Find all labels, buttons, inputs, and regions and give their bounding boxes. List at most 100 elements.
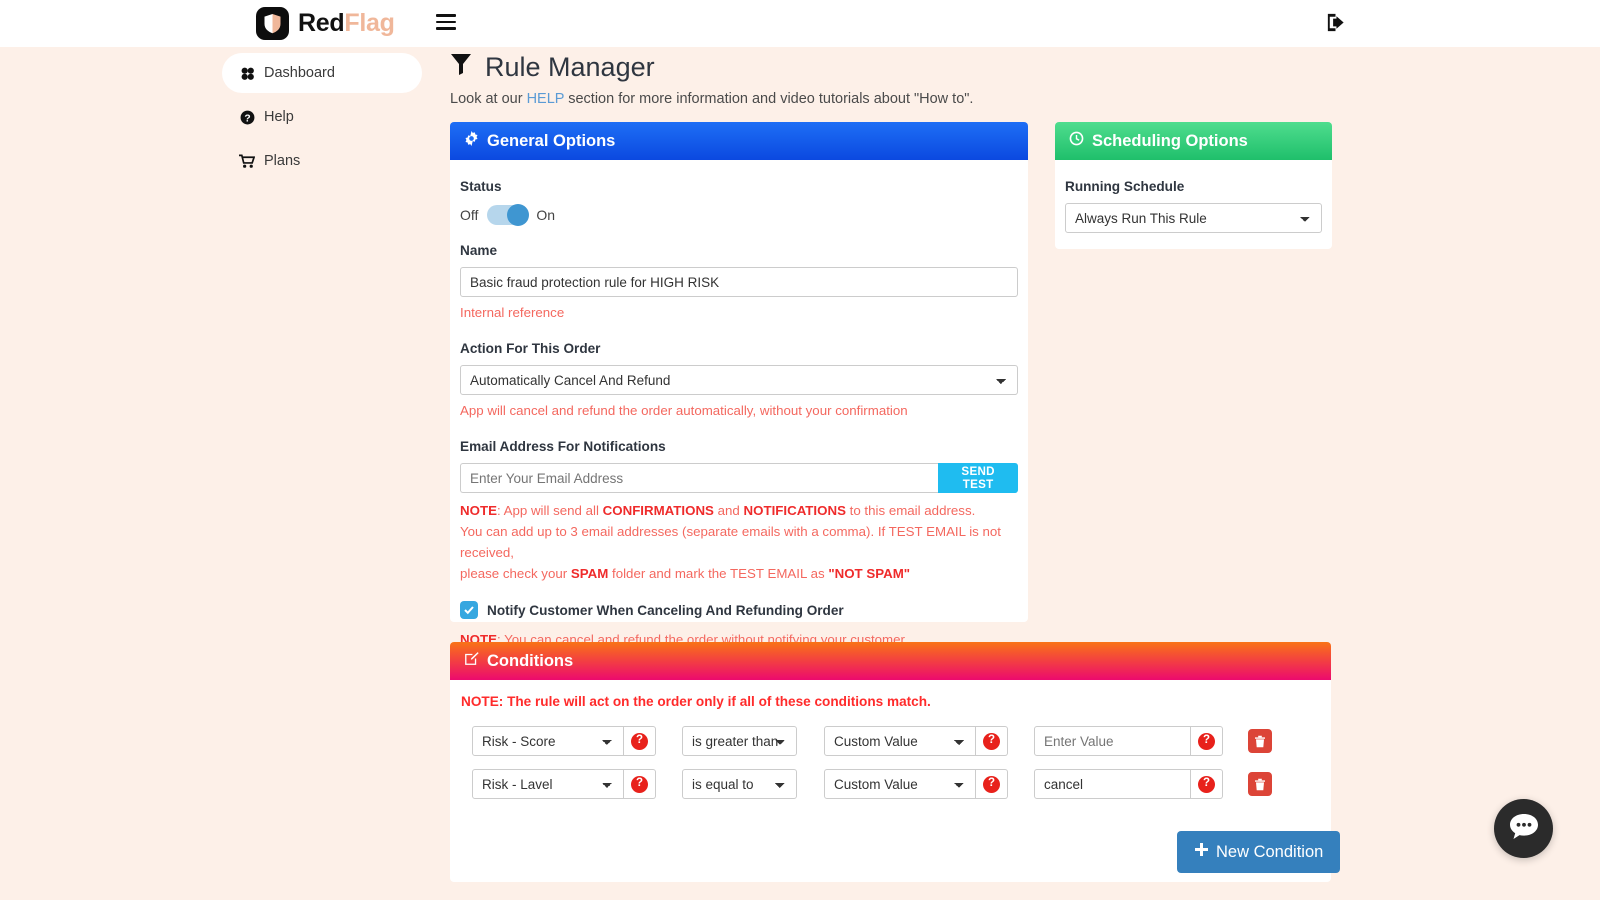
sidebar-item-label: Help — [264, 109, 294, 125]
question-mark-icon: ? — [983, 775, 1000, 793]
hamburger-line — [436, 27, 456, 30]
note-keyword-confirmations: CONFIRMATIONS — [602, 503, 714, 518]
running-schedule-label: Running Schedule — [1065, 179, 1185, 194]
clock-icon — [1069, 131, 1084, 151]
question-mark-icon: ? — [983, 732, 1000, 750]
toggle-on-label: On — [536, 207, 556, 223]
hamburger-line — [436, 20, 456, 24]
condition-value-type-select[interactable]: Custom Value — [824, 726, 976, 756]
condition-value-cell: ? — [1034, 769, 1223, 799]
email-input-row: SEND TEST — [460, 463, 1018, 493]
action-hint: App will cancel and refund the order aut… — [460, 403, 908, 418]
filter-icon — [450, 52, 472, 83]
note-keyword-spam: SPAM — [570, 566, 609, 581]
plus-icon — [1194, 842, 1209, 862]
gear-icon — [464, 131, 479, 151]
subtitle-after: section for more information and video t… — [564, 91, 974, 107]
condition-row: Risk - Score ? is greater than Custom Va… — [472, 726, 1272, 756]
condition-value-input[interactable] — [1034, 769, 1191, 799]
action-select[interactable]: Automatically Cancel And Refund — [460, 365, 1018, 395]
conditions-title: Conditions — [487, 651, 574, 670]
new-condition-label: New Condition — [1216, 842, 1324, 861]
sidebar-item-label: Dashboard — [264, 65, 335, 81]
condition-field-help-button[interactable]: ? — [624, 726, 656, 756]
condition-operator-select[interactable]: is equal to — [682, 769, 797, 799]
running-schedule-select[interactable]: Always Run This Rule — [1065, 203, 1322, 233]
condition-value-type-help-button[interactable]: ? — [976, 769, 1008, 799]
sidebar-item-dashboard[interactable]: Dashboard — [222, 53, 422, 93]
condition-value-help-button[interactable]: ? — [1191, 726, 1223, 756]
condition-field-help-button[interactable]: ? — [624, 769, 656, 799]
sidebar-item-help[interactable]: ? Help — [222, 97, 422, 137]
hamburger-line — [436, 14, 456, 17]
shopping-cart-icon — [239, 154, 255, 169]
condition-operator-select[interactable]: is greater than — [682, 726, 797, 756]
condition-value-type-cell: Custom Value ? — [824, 726, 1008, 756]
email-input[interactable] — [460, 463, 939, 493]
note-keyword-notifications: NOTIFICATIONS — [743, 503, 846, 518]
dashboard-icon — [239, 66, 255, 81]
general-options-body: Status Off On Name Internal reference Ac… — [450, 160, 1028, 650]
redflag-shield-icon — [256, 7, 289, 40]
note-text: : App will send all — [496, 503, 603, 518]
chat-widget-button[interactable] — [1494, 799, 1553, 858]
condition-value-help-button[interactable]: ? — [1191, 769, 1223, 799]
sign-out-icon[interactable] — [1325, 12, 1346, 38]
condition-field-select[interactable]: Risk - Score — [472, 726, 624, 756]
status-label: Status — [460, 179, 502, 194]
scheduling-options-header: Scheduling Options — [1055, 122, 1332, 160]
delete-condition-button[interactable] — [1248, 729, 1272, 753]
brand-logo[interactable]: RedFlag — [256, 7, 395, 40]
email-note-line-2: You can add up to 3 email addresses (sep… — [460, 524, 1002, 560]
general-options-header: General Options — [450, 122, 1028, 160]
notify-customer-checkbox[interactable] — [460, 601, 478, 619]
condition-field-cell: Risk - Score ? — [472, 726, 656, 756]
conditions-note: NOTE: The rule will act on the order onl… — [461, 694, 931, 709]
scheduling-options-title: Scheduling Options — [1092, 131, 1248, 150]
chat-bubble-icon — [1508, 811, 1540, 847]
rule-name-input[interactable] — [460, 267, 1018, 297]
note-text: and — [713, 503, 744, 518]
name-hint: Internal reference — [460, 305, 565, 320]
question-mark-icon: ? — [631, 775, 648, 793]
question-mark-icon: ? — [631, 732, 648, 750]
condition-row: Risk - Lavel ? is equal to Custom Value … — [472, 769, 1272, 799]
brand-red-text: Red — [298, 9, 345, 37]
condition-field-cell: Risk - Lavel ? — [472, 769, 656, 799]
note-text: to this email address. — [845, 503, 976, 518]
general-options-title: General Options — [487, 131, 616, 150]
new-condition-button[interactable]: New Condition — [1177, 831, 1341, 873]
note-keyword-note: NOTE — [460, 503, 497, 518]
page-title-text: Rule Manager — [485, 52, 655, 82]
sidebar-item-plans[interactable]: Plans — [222, 141, 422, 181]
sidebar: Dashboard ? Help Plans — [0, 47, 445, 900]
name-label: Name — [460, 243, 498, 258]
conditions-header: Conditions — [450, 642, 1331, 680]
note-keyword-not-spam: "NOT SPAM" — [828, 566, 911, 581]
toggle-knob — [507, 204, 530, 226]
question-circle-icon: ? — [239, 110, 255, 125]
subtitle-before: Look at our — [450, 91, 527, 107]
sidebar-item-label: Plans — [264, 153, 301, 169]
email-label: Email Address For Notifications — [460, 439, 666, 454]
top-bar: RedFlag — [0, 0, 1600, 47]
status-toggle[interactable] — [487, 204, 530, 226]
condition-value-cell: ? — [1034, 726, 1223, 756]
help-link[interactable]: HELP — [527, 91, 565, 107]
notify-customer-label: Notify Customer When Canceling And Refun… — [487, 602, 844, 618]
send-test-button[interactable]: SEND TEST — [938, 463, 1018, 493]
page-title: Rule Manager — [450, 52, 655, 83]
condition-field-select[interactable]: Risk - Lavel — [472, 769, 624, 799]
note-text: please check your — [460, 566, 571, 581]
condition-value-input[interactable] — [1034, 726, 1191, 756]
condition-value-type-help-button[interactable]: ? — [976, 726, 1008, 756]
note-text: folder and mark the TEST EMAIL as — [608, 566, 829, 581]
toggle-off-label: Off — [460, 207, 479, 223]
condition-value-type-cell: Custom Value ? — [824, 769, 1008, 799]
notify-customer-row: Notify Customer When Canceling And Refun… — [460, 601, 1018, 619]
email-note-line-1: NOTE: App will send all CONFIRMATIONS an… — [460, 500, 1018, 521]
hamburger-menu-icon[interactable] — [436, 14, 456, 30]
edit-square-icon — [464, 651, 479, 671]
delete-condition-button[interactable] — [1248, 772, 1272, 796]
condition-value-type-select[interactable]: Custom Value — [824, 769, 976, 799]
